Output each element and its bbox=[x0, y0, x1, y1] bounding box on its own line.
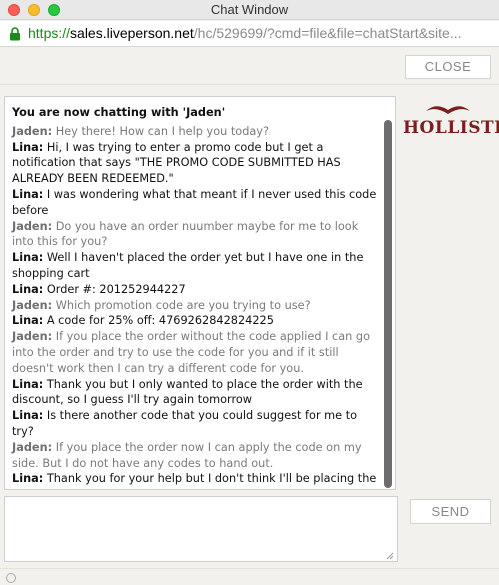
message-sender: Lina: bbox=[12, 282, 44, 296]
chat-transcript[interactable]: You are now chatting with 'Jaden' Jaden:… bbox=[4, 96, 396, 490]
agent-message: Jaden: Which promotion code are you tryi… bbox=[12, 298, 377, 314]
visitor-message: Lina: Thank you but I only wanted to pla… bbox=[12, 377, 377, 409]
message-text: A code for 25% off: 4769262842824225 bbox=[46, 314, 274, 328]
message-text: Hi, I was trying to enter a promo code b… bbox=[12, 140, 341, 186]
message-sender: Lina: bbox=[12, 472, 44, 486]
chat-status-header: You are now chatting with 'Jaden' bbox=[12, 106, 226, 119]
visitor-message: Lina: Thank you for your help but I don'… bbox=[12, 471, 377, 489]
visitor-message: Lina: A code for 25% off: 47692628428242… bbox=[12, 313, 377, 329]
message-sender: Jaden: bbox=[12, 440, 53, 454]
message-text: Is there another code that you could sug… bbox=[12, 409, 358, 438]
message-sender: Lina: bbox=[12, 314, 44, 328]
message-text: Well I haven't placed the order yet but … bbox=[12, 251, 364, 280]
send-button[interactable]: SEND bbox=[410, 499, 491, 524]
message-sender: Lina: bbox=[12, 409, 44, 423]
message-text: If you place the order now I can apply t… bbox=[12, 440, 362, 470]
agent-message: Jaden: If you place the order without th… bbox=[12, 329, 377, 376]
message-text: I was wondering what that meant if I nev… bbox=[12, 187, 377, 217]
visitor-message: Lina: Hi, I was trying to enter a promo … bbox=[12, 140, 377, 187]
message-input[interactable] bbox=[4, 496, 398, 562]
brand-name: HOLLISTER bbox=[403, 118, 499, 138]
message-sender: Lina: bbox=[12, 251, 44, 265]
message-text: Thank you but I only wanted to place the… bbox=[12, 377, 363, 407]
url-path: /hc/529699/?cmd=file&file=chatStart&site… bbox=[193, 25, 462, 41]
message-text: If you place the order without the code … bbox=[12, 330, 370, 375]
message-text: Which promotion code are you trying to u… bbox=[55, 298, 311, 312]
agent-message: Jaden: Do you have an order nuumber mayb… bbox=[12, 219, 377, 251]
message-sender: Jaden: bbox=[12, 124, 53, 138]
url-text: https://sales.liveperson.net/hc/529699/?… bbox=[28, 25, 462, 41]
message-text: Hey there! How can I help you today? bbox=[55, 124, 269, 138]
visitor-message: Lina: I was wondering what that meant if… bbox=[12, 187, 377, 219]
address-bar[interactable]: https://sales.liveperson.net/hc/529699/?… bbox=[0, 21, 499, 47]
url-host: sales.liveperson.net bbox=[70, 25, 194, 41]
agent-message: Jaden: Hey there! How can I help you tod… bbox=[12, 124, 377, 140]
chat-window: Chat Window https://sales.liveperson.net… bbox=[0, 0, 499, 585]
visitor-message: Lina: Is there another code that you cou… bbox=[12, 408, 377, 440]
title-bar: Chat Window bbox=[0, 0, 499, 20]
message-sender: Jaden: bbox=[12, 298, 53, 312]
resize-grip-icon[interactable] bbox=[386, 552, 394, 560]
brand: HOLLISTER bbox=[403, 102, 499, 138]
message-text: Do you have an order nuumber maybe for m… bbox=[12, 219, 359, 249]
message-sender: Lina: bbox=[12, 140, 44, 154]
visitor-message: Lina: Order #: 201252944227 bbox=[12, 282, 377, 298]
close-chat-button[interactable]: CLOSE bbox=[405, 55, 491, 79]
visitor-message: Lina: Well I haven't placed the order ye… bbox=[12, 250, 377, 282]
footer-strip bbox=[0, 568, 499, 585]
transcript-scrollbar[interactable] bbox=[384, 120, 392, 488]
window-title: Chat Window bbox=[210, 2, 289, 17]
message-text: Order #: 201252944227 bbox=[46, 282, 186, 296]
seagull-logo-icon bbox=[426, 106, 470, 114]
url-scheme: https:// bbox=[28, 25, 71, 41]
message-text: Thank you for your help but I don't thin… bbox=[12, 472, 377, 489]
message-sender: Jaden: bbox=[12, 219, 53, 233]
status-icon bbox=[6, 573, 16, 583]
agent-message: Jaden: If you place the order now I can … bbox=[12, 440, 377, 472]
message-sender: Lina: bbox=[12, 377, 44, 391]
message-sender: Jaden: bbox=[12, 330, 53, 344]
lock-icon bbox=[10, 27, 20, 41]
message-sender: Lina: bbox=[12, 187, 44, 201]
